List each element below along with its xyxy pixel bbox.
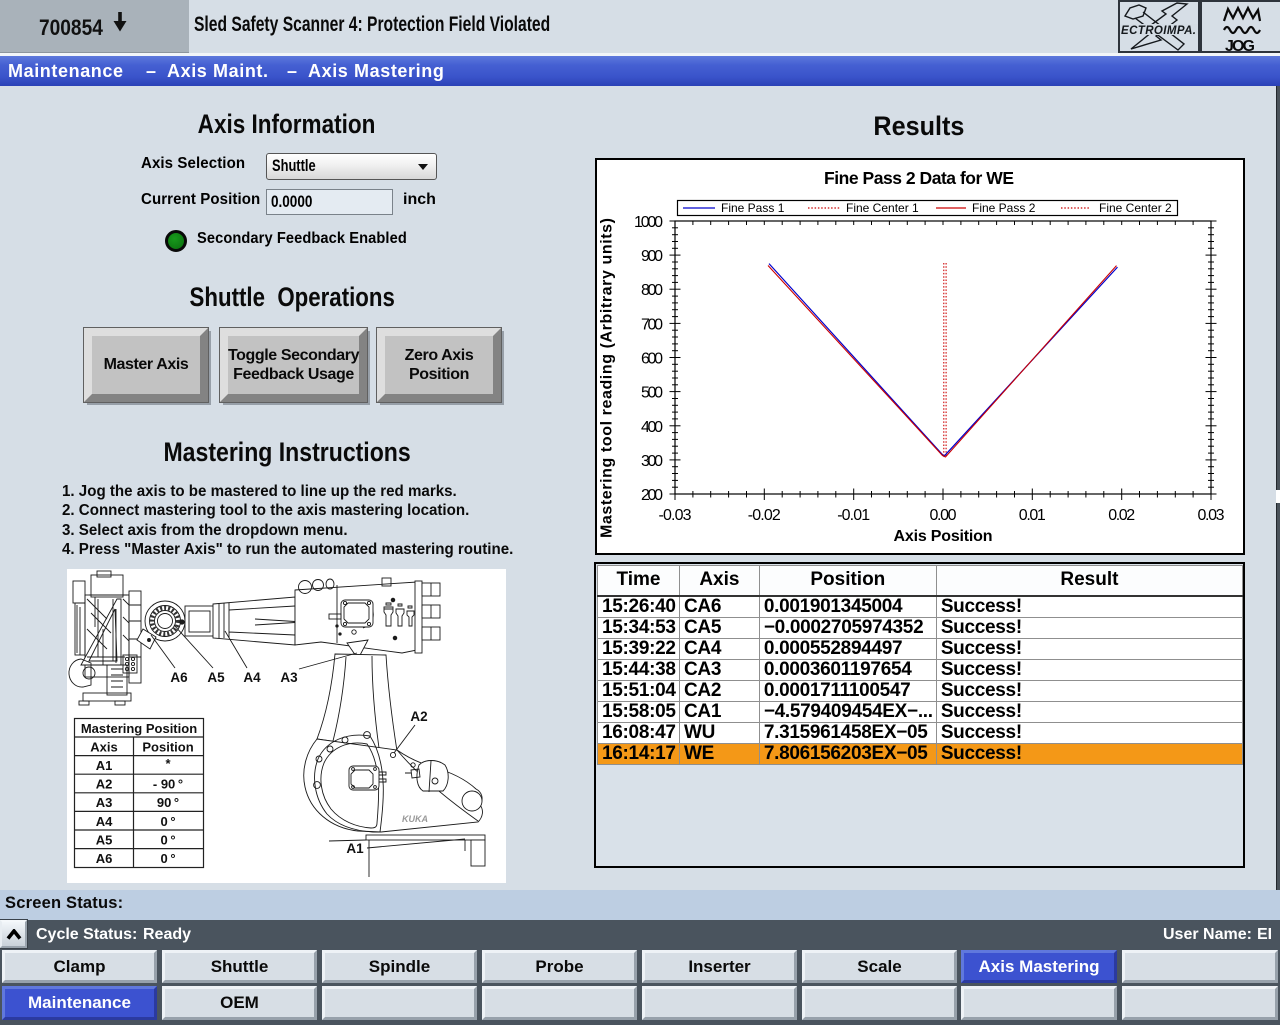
svg-text:Axis: Axis — [90, 740, 117, 755]
svg-text:-0.03: -0.03 — [659, 507, 692, 524]
svg-text:Mastering Position: Mastering Position — [81, 721, 197, 736]
svg-text:A1: A1 — [96, 758, 113, 773]
svg-text:ECTROIMPA.: ECTROIMPA. — [1121, 25, 1196, 37]
svg-text:Fine Center 2: Fine Center 2 — [1099, 201, 1172, 215]
svg-text:-0.01: -0.01 — [837, 507, 870, 524]
svg-text:700: 700 — [641, 316, 663, 333]
svg-text:KUKA: KUKA — [402, 814, 428, 824]
svg-text:A4: A4 — [243, 670, 261, 685]
svg-text:Fine Center 1: Fine Center 1 — [846, 201, 919, 215]
svg-text:0.02: 0.02 — [1108, 507, 1135, 524]
svg-text:Fine Pass 1: Fine Pass 1 — [721, 201, 785, 215]
svg-text:0.00: 0.00 — [930, 507, 957, 524]
svg-text:Axis Position: Axis Position — [894, 528, 993, 545]
svg-text:0.01: 0.01 — [1019, 507, 1046, 524]
svg-text:0 °: 0 ° — [160, 851, 175, 866]
svg-text:800: 800 — [641, 282, 663, 299]
svg-text:Position: Position — [142, 740, 193, 755]
svg-text:900: 900 — [641, 248, 663, 265]
svg-text:- 90 °: - 90 ° — [153, 777, 183, 792]
svg-text:0 °: 0 ° — [160, 814, 175, 829]
svg-text:0.03: 0.03 — [1198, 507, 1225, 524]
svg-text:-0.02: -0.02 — [748, 507, 781, 524]
svg-text:A2: A2 — [96, 777, 113, 792]
svg-text:A5: A5 — [96, 832, 113, 847]
svg-text:500: 500 — [641, 385, 663, 402]
svg-text:A6: A6 — [170, 670, 188, 685]
svg-text:A4: A4 — [96, 814, 113, 829]
svg-text:A5: A5 — [207, 670, 225, 685]
svg-text:300: 300 — [641, 453, 663, 470]
svg-text:Fine Pass 2 Data for WE: Fine Pass 2 Data for WE — [824, 168, 1014, 188]
svg-text:1000: 1000 — [634, 214, 663, 231]
svg-text:A6: A6 — [96, 851, 113, 866]
svg-text:A2: A2 — [410, 709, 427, 724]
svg-text:400: 400 — [641, 419, 663, 436]
svg-text:0 °: 0 ° — [160, 832, 175, 847]
svg-text:90 °: 90 ° — [157, 795, 179, 810]
svg-text:A3: A3 — [280, 670, 298, 685]
svg-text:Fine Pass 2: Fine Pass 2 — [972, 201, 1036, 215]
svg-text:200: 200 — [641, 487, 663, 504]
svg-text:Mastering tool reading (Arbitr: Mastering tool reading (Arbitrary units) — [599, 218, 616, 538]
svg-text:A1: A1 — [346, 841, 364, 856]
svg-text:600: 600 — [641, 351, 663, 368]
svg-text:A3: A3 — [96, 795, 113, 810]
